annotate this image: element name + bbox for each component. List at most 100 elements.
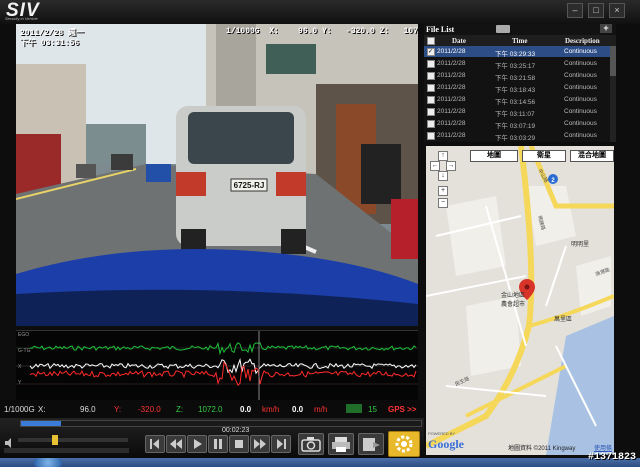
column-date[interactable]: Date: [452, 37, 466, 45]
row-description: Continuous: [564, 96, 597, 103]
map-copyright: 地圖資料 ©2011 Kingway: [508, 446, 576, 452]
scale-label: 1/1000G: [4, 405, 35, 414]
maximize-button[interactable]: □: [588, 3, 604, 18]
app-tagline: Security in Vehicle: [5, 16, 38, 21]
pan-right-button[interactable]: →: [446, 161, 456, 171]
minimize-button[interactable]: –: [567, 3, 583, 18]
row-time: 下午 03:07:19: [495, 123, 536, 130]
file-list-row[interactable]: 2011/2/28 下午 03:18:43 Continuous: [424, 82, 616, 94]
zoom-in-button[interactable]: +: [438, 186, 448, 196]
osd-gsensor-readout: 1/1000G X: 96.0 Y: -320.0 Z: 1072.0: [226, 27, 418, 36]
osd-time: 下午 03:31:56: [20, 39, 80, 48]
row-time: 下午 03:14:56: [495, 99, 536, 106]
fast-forward-button[interactable]: [250, 435, 270, 453]
row-description: Continuous: [564, 120, 597, 127]
pan-down-button[interactable]: ↓: [438, 171, 448, 181]
play-button[interactable]: [187, 435, 207, 453]
place-label-1: 金山地區: [501, 291, 525, 299]
signal-icon: [346, 404, 362, 413]
row-checkbox[interactable]: [427, 108, 435, 116]
row-checkbox[interactable]: [427, 132, 435, 140]
stop-button[interactable]: [229, 435, 249, 453]
folder-icon[interactable]: [496, 25, 510, 33]
select-all-checkbox[interactable]: [427, 37, 435, 45]
start-button-icon[interactable]: [34, 458, 62, 467]
video-view[interactable]: 6725-RJ 2011/2/28 週一 下午 03:31:56 1/1000G…: [16, 24, 418, 326]
zoom-out-button[interactable]: −: [438, 198, 448, 208]
row-time: 下午 03:03:29: [495, 135, 536, 142]
file-list-row[interactable]: 2011/2/28 下午 03:25:17 Continuous: [424, 58, 616, 70]
gsensor-traces: [16, 331, 418, 401]
os-taskbar: [0, 458, 640, 467]
pause-button[interactable]: [208, 435, 228, 453]
y-label: Y:: [114, 405, 122, 414]
seek-bar[interactable]: [20, 420, 422, 427]
volume-icon[interactable]: [4, 435, 14, 448]
graph-label-gtg: G-TG: [18, 348, 31, 354]
file-list-scrollbar[interactable]: [610, 46, 616, 142]
row-description: Continuous: [564, 72, 597, 79]
z-label: Z:: [176, 405, 184, 414]
z-value: 1072.0: [198, 405, 223, 414]
map-view[interactable]: 2 金山地區 農會超市 萬里區 明明里 中山路 瑪鍊路 漁港路 民生路 地圖 衛…: [426, 146, 614, 455]
speed-value: 0.0: [240, 405, 252, 414]
row-checkbox[interactable]: [427, 72, 435, 80]
volume-slider[interactable]: [18, 435, 128, 445]
place-label-4: 明明里: [571, 241, 589, 248]
gps-button[interactable]: GPS >>: [388, 405, 416, 414]
map-type-map-button[interactable]: 地圖: [470, 150, 518, 162]
pan-up-button[interactable]: ↑: [438, 151, 448, 161]
file-list-row[interactable]: 2011/2/28 下午 03:14:56 Continuous: [424, 94, 616, 106]
file-list-row[interactable]: ✓ 2011/2/28 下午 03:29:33 Continuous: [424, 46, 616, 58]
column-time[interactable]: Time: [512, 37, 527, 45]
column-description[interactable]: Description: [565, 37, 600, 45]
row-time: 下午 03:18:43: [495, 87, 536, 94]
watermark: #1371823: [587, 452, 636, 463]
playback-controls: 00:02:23: [0, 418, 424, 458]
row-description: Continuous: [564, 48, 597, 55]
speed2-unit: m/h: [314, 405, 328, 414]
row-date: 2011/2/28: [437, 84, 466, 91]
row-date: 2011/2/28: [437, 108, 466, 115]
powered-by-label: POWERED BY: [428, 431, 456, 436]
file-list-row[interactable]: 2011/2/28 下午 03:11:07 Continuous: [424, 106, 616, 118]
close-button[interactable]: ×: [609, 3, 625, 18]
road-scene-image: 6725-RJ: [16, 24, 418, 326]
scrollbar-thumb[interactable]: [610, 46, 616, 76]
print-icon[interactable]: [328, 433, 354, 455]
prev-file-button[interactable]: [145, 435, 165, 453]
file-list-row[interactable]: 2011/2/28 下午 03:07:19 Continuous: [424, 118, 616, 130]
row-time: 下午 03:11:07: [495, 111, 535, 118]
google-logo: Google: [428, 437, 464, 451]
row-description: Continuous: [564, 108, 597, 115]
pan-left-button[interactable]: ←: [430, 161, 440, 171]
row-checkbox[interactable]: [427, 96, 435, 104]
row-checkbox[interactable]: [427, 84, 435, 92]
row-date: 2011/2/28: [437, 96, 466, 103]
add-file-icon[interactable]: +: [600, 24, 612, 33]
file-list-row[interactable]: 2011/2/28 下午 03:03:29 Continuous: [424, 130, 616, 142]
camera-icon[interactable]: [298, 433, 324, 455]
speed-unit: km/h: [262, 405, 280, 414]
volume-thumb[interactable]: [52, 435, 58, 445]
speed-slider[interactable]: [4, 448, 129, 453]
map-type-hybrid-button[interactable]: 混合地圖: [570, 150, 614, 162]
telemetry-bar: 1/1000G X: 96.0 Y: -320.0 Z: 1072.0 0.0 …: [0, 400, 420, 418]
rewind-button[interactable]: [166, 435, 186, 453]
graph-label-y: Y: [18, 380, 22, 386]
map-type-satellite-button[interactable]: 衛星: [522, 150, 566, 162]
settings-gear-icon[interactable]: [388, 431, 420, 457]
export-icon[interactable]: [358, 433, 384, 455]
file-list-header: Date Time Description: [424, 35, 616, 46]
gsensor-graph[interactable]: EGO G-TG X Y: [16, 330, 418, 401]
row-date: 2011/2/28: [437, 48, 466, 55]
file-list-row[interactable]: 2011/2/28 下午 03:21:58 Continuous: [424, 70, 616, 82]
row-time: 下午 03:25:17: [495, 63, 536, 70]
y-value: -320.0: [138, 405, 161, 414]
row-checkbox[interactable]: [427, 60, 435, 68]
next-file-button[interactable]: [271, 435, 291, 453]
speed2-value: 0.0: [292, 405, 304, 414]
row-checkbox[interactable]: [427, 120, 435, 128]
row-checkbox[interactable]: ✓: [427, 48, 435, 56]
signal-value: 15: [368, 405, 377, 414]
